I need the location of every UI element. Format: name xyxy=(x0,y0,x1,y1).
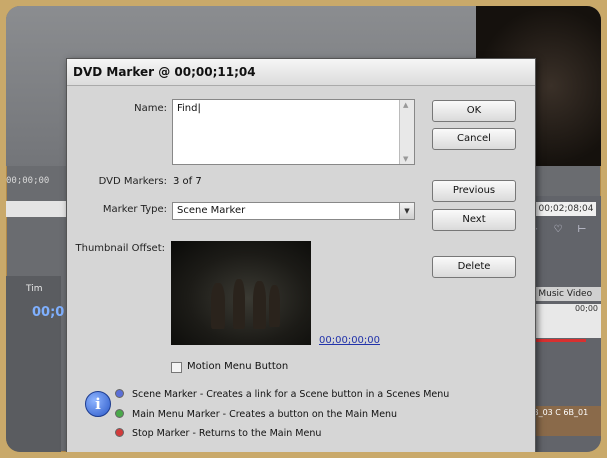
legend-scene-text: Scene Marker - Creates a link for a Scen… xyxy=(132,389,450,400)
marker-type-select[interactable]: Scene Marker ▼ xyxy=(172,202,415,220)
motion-menu-label: Motion Menu Button xyxy=(187,361,289,372)
background-left-panel xyxy=(6,276,61,452)
name-scrollbar[interactable]: ▲ ▼ xyxy=(399,100,414,164)
dvd-markers-label: DVD Markers: xyxy=(98,176,167,187)
legend-main-menu-marker: Main Menu Marker - Creates a button on t… xyxy=(115,409,397,420)
next-button[interactable]: Next xyxy=(432,209,516,231)
dvd-marker-dialog: DVD Marker @ 00;00;11;04 Name: Find| ▲ ▼… xyxy=(66,58,536,452)
legend-main-menu-text: Main Menu Marker - Creates a button on t… xyxy=(132,409,398,420)
scroll-down-icon[interactable]: ▼ xyxy=(403,155,408,163)
background-sequence-tab[interactable]: e Music Video xyxy=(526,287,601,301)
background-clip-label: 6B_03 C 6B_01 xyxy=(528,408,589,417)
thumbnail-timecode[interactable]: 00;00;00;00 xyxy=(319,335,380,346)
info-icon: i xyxy=(85,391,111,417)
name-value: Find xyxy=(177,103,198,114)
screenshot-frame: 00;00;00 Tim 00;0 00;02;08;04 } ♡ ⊢ e Mu… xyxy=(6,6,601,452)
ok-button[interactable]: OK xyxy=(432,100,516,122)
delete-button[interactable]: Delete xyxy=(432,256,516,278)
stop-marker-icon xyxy=(115,428,124,437)
cancel-button[interactable]: Cancel xyxy=(432,128,516,150)
thumbnail-preview xyxy=(171,241,311,345)
background-timecode-left: 00;00;00 xyxy=(6,176,50,186)
previous-button[interactable]: Previous xyxy=(432,180,516,202)
marker-type-label: Marker Type: xyxy=(102,204,167,215)
thumbnail-offset-label: Thumbnail Offset: xyxy=(75,243,166,254)
background-timeline-ruler: 00;00 xyxy=(526,304,601,338)
background-program-timecode: 00;02;08;04 xyxy=(536,202,596,216)
background-timeline-timecode: 00;0 xyxy=(32,305,65,320)
background-timeline-tab[interactable]: Tim xyxy=(26,284,43,294)
scene-marker-icon xyxy=(115,389,124,398)
legend-stop-marker: Stop Marker - Returns to the Main Menu xyxy=(115,428,321,439)
legend-stop-text: Stop Marker - Returns to the Main Menu xyxy=(132,428,322,439)
dialog-title: DVD Marker @ 00;00;11;04 xyxy=(67,59,535,86)
dvd-markers-count: 3 of 7 xyxy=(173,176,202,187)
name-field[interactable]: Find| ▲ ▼ xyxy=(172,99,415,165)
legend-scene-marker: Scene Marker - Creates a link for a Scen… xyxy=(115,389,449,400)
chevron-down-icon[interactable]: ▼ xyxy=(399,203,414,219)
motion-menu-checkbox[interactable] xyxy=(171,362,182,373)
name-label: Name: xyxy=(134,103,167,114)
main-menu-marker-icon xyxy=(115,409,124,418)
scroll-up-icon[interactable]: ▲ xyxy=(403,101,408,109)
marker-type-value: Scene Marker xyxy=(177,205,246,216)
background-transport-controls[interactable]: } ♡ ⊢ xyxy=(532,224,592,235)
